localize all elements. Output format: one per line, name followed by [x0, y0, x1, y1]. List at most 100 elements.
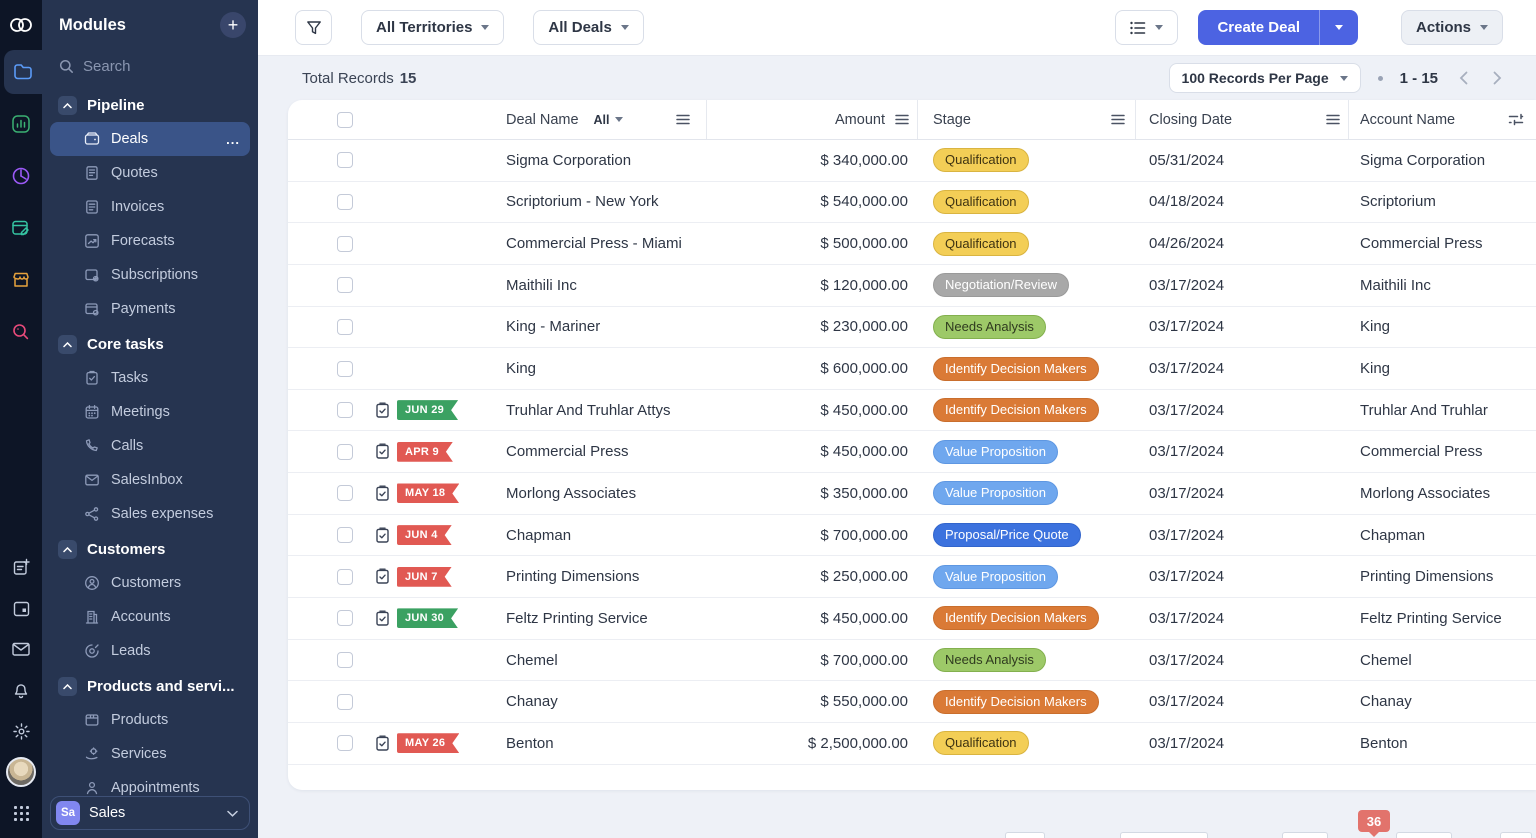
table-row[interactable]: Sigma Corporation $ 340,000.00 Qualifica…: [288, 140, 1536, 182]
deal-name-link[interactable]: Chemel: [503, 652, 707, 669]
deal-name-link[interactable]: Chapman: [503, 527, 707, 544]
section-core-tasks[interactable]: Core tasks: [50, 326, 250, 361]
row-checkbox[interactable]: [337, 485, 353, 502]
chevron-up-icon[interactable]: [58, 96, 77, 115]
select-all-checkbox[interactable]: [337, 111, 353, 128]
row-checkbox[interactable]: [337, 360, 353, 377]
account-name-link[interactable]: Chapman: [1349, 527, 1536, 544]
create-deal-split-button[interactable]: Create Deal: [1198, 10, 1358, 45]
column-menu-icon[interactable]: [1111, 114, 1125, 125]
deal-name-link[interactable]: Truhlar And Truhlar Attys: [503, 402, 707, 419]
table-row[interactable]: JUN 30 Feltz Printing Service $ 450,000.…: [288, 598, 1536, 640]
table-row[interactable]: Commercial Press - Miami $ 500,000.00 Qu…: [288, 223, 1536, 265]
deal-name-link[interactable]: King - Mariner: [503, 318, 707, 335]
sidebar-item-payments[interactable]: Payments: [50, 292, 250, 326]
territory-filter-dropdown[interactable]: All Territories: [361, 10, 505, 45]
table-row[interactable]: JUN 7 Printing Dimensions $ 250,000.00 V…: [288, 556, 1536, 599]
dock-window[interactable]: [1120, 832, 1208, 838]
account-name-link[interactable]: King: [1349, 360, 1536, 377]
chevron-up-icon[interactable]: [58, 540, 77, 559]
sidebar-item-tasks[interactable]: Tasks: [50, 361, 250, 395]
previous-page-button[interactable]: [1455, 71, 1472, 85]
deal-name-link[interactable]: Benton: [503, 735, 707, 752]
row-checkbox[interactable]: [337, 735, 353, 752]
table-row[interactable]: King $ 600,000.00 Identify Decision Make…: [288, 348, 1536, 390]
filter-button[interactable]: [295, 10, 332, 45]
rail-modules-folder-icon[interactable]: [4, 50, 42, 94]
table-row[interactable]: JUN 4 Chapman $ 700,000.00 Proposal/Pric…: [288, 515, 1536, 557]
deal-name-link[interactable]: Printing Dimensions: [503, 568, 707, 585]
column-menu-icon[interactable]: [676, 114, 690, 125]
column-header-amount[interactable]: Amount: [707, 100, 918, 139]
table-row[interactable]: Chanay $ 550,000.00 Identify Decision Ma…: [288, 681, 1536, 723]
sidebar-item-quotes[interactable]: Quotes: [50, 156, 250, 190]
column-settings-icon[interactable]: [1508, 113, 1524, 126]
sidebar-item-leads[interactable]: Leads: [50, 634, 250, 668]
deal-view-dropdown[interactable]: All Deals: [533, 10, 644, 45]
deal-name-link[interactable]: Chanay: [503, 693, 707, 710]
dock-window[interactable]: [1500, 832, 1532, 838]
account-name-link[interactable]: Feltz Printing Service: [1349, 610, 1536, 627]
account-name-link[interactable]: Chanay: [1349, 693, 1536, 710]
deal-name-link[interactable]: Morlong Associates: [503, 485, 707, 502]
table-row[interactable]: JUN 29 Truhlar And Truhlar Attys $ 450,0…: [288, 390, 1536, 432]
section-pipeline[interactable]: Pipeline: [50, 87, 250, 122]
row-checkbox[interactable]: [337, 402, 353, 419]
next-page-button[interactable]: [1489, 71, 1506, 85]
sidebar-item-salesinbox[interactable]: SalesInbox: [50, 463, 250, 497]
rail-storefront-icon[interactable]: [0, 258, 42, 302]
create-deal-caret[interactable]: [1318, 10, 1358, 45]
sidebar-item-calls[interactable]: Calls: [50, 429, 250, 463]
rail-note-add-icon[interactable]: [0, 552, 42, 582]
records-per-page-dropdown[interactable]: 100 Records Per Page: [1168, 63, 1361, 93]
row-checkbox[interactable]: [337, 235, 353, 252]
column-header-stage[interactable]: Stage: [918, 100, 1136, 139]
row-checkbox[interactable]: [337, 443, 353, 460]
row-checkbox[interactable]: [337, 318, 353, 335]
account-name-link[interactable]: King: [1349, 318, 1536, 335]
rail-apps-grid-icon[interactable]: [0, 798, 42, 828]
rail-settings-icon[interactable]: [0, 716, 42, 746]
deal-scope-dropdown[interactable]: All: [594, 113, 623, 127]
rail-calendar-edit-icon[interactable]: [0, 206, 42, 250]
row-checkbox[interactable]: [337, 527, 353, 544]
row-checkbox[interactable]: [337, 152, 353, 169]
column-menu-icon[interactable]: [1326, 114, 1340, 125]
add-module-button[interactable]: +: [220, 12, 246, 38]
notification-count-badge[interactable]: 36: [1358, 810, 1390, 837]
sidebar-search[interactable]: Search: [42, 50, 258, 87]
sidebar-item-invoices[interactable]: Invoices: [50, 190, 250, 224]
account-name-link[interactable]: Printing Dimensions: [1349, 568, 1536, 585]
account-name-link[interactable]: Sigma Corporation: [1349, 152, 1536, 169]
deal-name-link[interactable]: Commercial Press - Miami: [503, 235, 707, 252]
sidebar-item-forecasts[interactable]: Forecasts: [50, 224, 250, 258]
sidebar-item-accounts[interactable]: Accounts: [50, 600, 250, 634]
create-deal-button[interactable]: Create Deal: [1198, 10, 1319, 45]
row-checkbox[interactable]: [337, 610, 353, 627]
sidebar-item-services[interactable]: Services: [50, 737, 250, 771]
dock-window[interactable]: [1396, 832, 1452, 838]
rail-calendar-icon[interactable]: [0, 593, 42, 623]
table-row[interactable]: Maithili Inc $ 120,000.00 Negotiation/Re…: [288, 265, 1536, 307]
table-row[interactable]: MAY 18 Morlong Associates $ 350,000.00 V…: [288, 473, 1536, 515]
table-row[interactable]: King - Mariner $ 230,000.00 Needs Analys…: [288, 307, 1536, 349]
column-menu-icon[interactable]: [895, 114, 909, 125]
rail-analytics-icon[interactable]: [0, 102, 42, 146]
table-row[interactable]: MAY 26 Benton $ 2,500,000.00 Qualificati…: [288, 723, 1536, 765]
section-customers[interactable]: Customers: [50, 531, 250, 566]
account-name-link[interactable]: Scriptorium: [1349, 193, 1536, 210]
sidebar-item-meetings[interactable]: Meetings: [50, 395, 250, 429]
deal-name-link[interactable]: Commercial Press: [503, 443, 707, 460]
account-name-link[interactable]: Morlong Associates: [1349, 485, 1536, 502]
dock-window[interactable]: [1005, 832, 1045, 838]
column-header-closing-date[interactable]: Closing Date: [1136, 100, 1349, 139]
column-header-account-name[interactable]: Account Name: [1349, 100, 1536, 139]
account-name-link[interactable]: Commercial Press: [1349, 235, 1536, 252]
deal-name-link[interactable]: King: [503, 360, 707, 377]
row-checkbox[interactable]: [337, 277, 353, 294]
account-name-link[interactable]: Truhlar And Truhlar: [1349, 402, 1536, 419]
view-type-dropdown[interactable]: [1115, 10, 1179, 45]
section-products-services[interactable]: Products and servi...: [50, 668, 250, 703]
row-checkbox[interactable]: [337, 652, 353, 668]
account-name-link[interactable]: Benton: [1349, 735, 1536, 752]
